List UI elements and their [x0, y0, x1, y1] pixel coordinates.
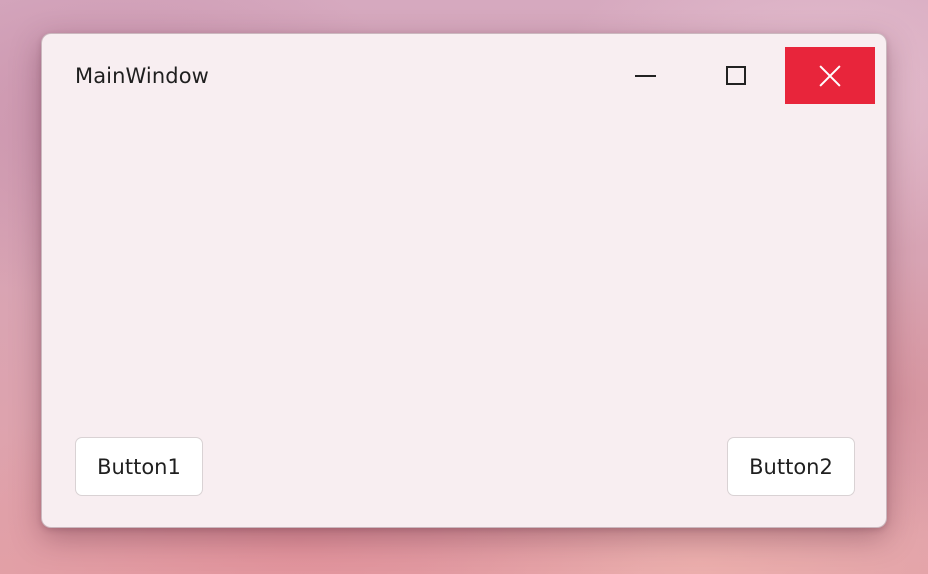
- minimize-button[interactable]: [600, 47, 690, 104]
- maximize-button[interactable]: [691, 47, 781, 104]
- maximize-icon: [726, 66, 746, 85]
- close-button[interactable]: [785, 47, 875, 104]
- window-title: MainWindow: [75, 64, 209, 88]
- main-window: MainWindow Button1 Button2: [41, 33, 887, 528]
- button1[interactable]: Button1: [75, 437, 203, 496]
- button2[interactable]: Button2: [727, 437, 855, 496]
- close-icon: [819, 65, 841, 87]
- minimize-icon: [634, 74, 656, 77]
- title-bar[interactable]: MainWindow: [42, 34, 886, 120]
